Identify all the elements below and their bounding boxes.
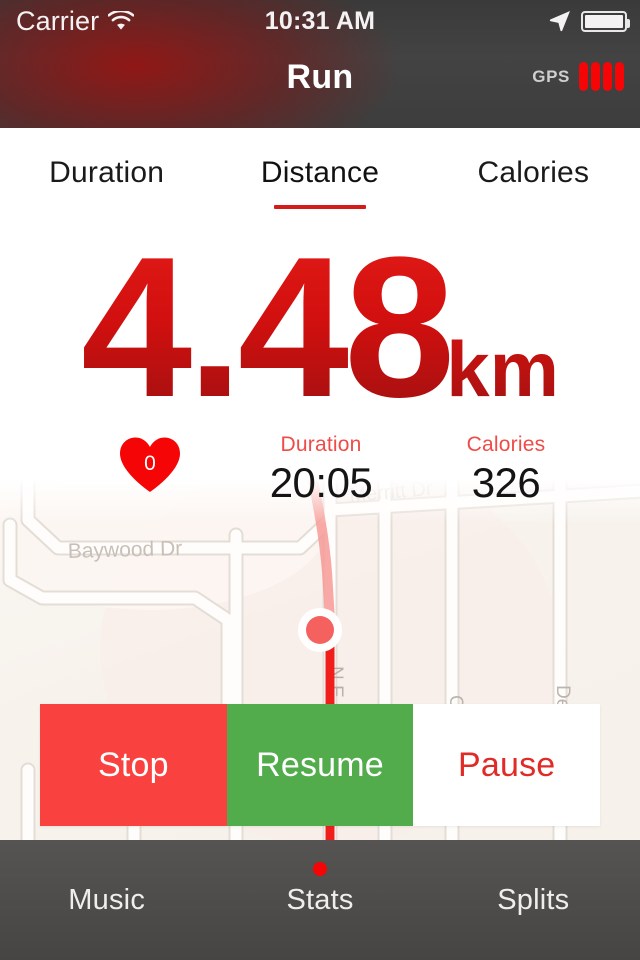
status-bar: Carrier 10:31 AM: [0, 0, 640, 42]
tab-calories-label: Calories: [477, 156, 590, 189]
pause-button[interactable]: Pause: [413, 704, 601, 826]
resume-button[interactable]: Resume: [226, 704, 414, 826]
location-arrow-icon: [549, 11, 570, 32]
tab-active-indicator: [273, 205, 366, 209]
gps-signal-bars: [579, 62, 624, 91]
primary-metric-display: 4.48 km: [0, 228, 640, 428]
stat-duration-value: 20:05: [269, 459, 373, 506]
gps-label: GPS: [532, 66, 570, 86]
run-tracking-screen: Baywood Dr Merritt Dr N E C De Duration …: [0, 0, 640, 960]
stat-calories-value: 326: [471, 459, 541, 506]
stat-calories: Calories 326: [418, 434, 594, 506]
metric-tab-bar: Duration Distance Calories: [0, 128, 640, 228]
distance-unit: km: [446, 325, 559, 413]
current-position-marker: [298, 608, 342, 652]
bottom-tab-music[interactable]: Music: [0, 840, 213, 960]
active-tab-dot: [312, 862, 327, 876]
stop-button[interactable]: Stop: [40, 704, 227, 826]
stat-duration: Duration 20:05: [216, 434, 426, 506]
stop-button-label: Stop: [97, 745, 169, 784]
battery-icon: [581, 10, 630, 32]
gps-status-indicator: GPS: [532, 62, 624, 91]
gps-bar-3: [603, 62, 612, 91]
gps-bar-2: [591, 62, 600, 91]
status-bar-right: [549, 0, 630, 42]
status-bar-time: 10:31 AM: [264, 6, 376, 35]
run-controls: Stop Resume Pause: [40, 704, 601, 826]
distance-value: 4.48: [81, 216, 455, 439]
heart-rate-indicator: 0: [118, 436, 182, 494]
bottom-tab-splits-label: Splits: [497, 883, 570, 916]
tab-calories[interactable]: Calories: [427, 128, 640, 228]
bottom-tab-stats[interactable]: Stats: [213, 840, 426, 960]
resume-button-label: Resume: [256, 745, 384, 784]
tab-duration-label: Duration: [49, 156, 165, 189]
tab-duration[interactable]: Duration: [0, 128, 213, 228]
bottom-tab-stats-label: Stats: [286, 883, 354, 916]
bottom-tab-music-label: Music: [68, 883, 146, 916]
pause-button-label: Pause: [457, 745, 556, 784]
secondary-stats-row: 0 Duration 20:05 Calories 326: [0, 430, 640, 506]
street-label-baywood: Baywood Dr: [68, 537, 183, 563]
bottom-tab-bar: Music Stats Splits: [0, 840, 640, 960]
tab-distance-label: Distance: [260, 156, 380, 189]
heart-rate-value: 0: [144, 452, 156, 475]
gps-bar-1: [579, 62, 588, 91]
tab-distance[interactable]: Distance: [213, 128, 426, 228]
bottom-tab-splits[interactable]: Splits: [427, 840, 640, 960]
gps-bar-4: [615, 62, 624, 91]
